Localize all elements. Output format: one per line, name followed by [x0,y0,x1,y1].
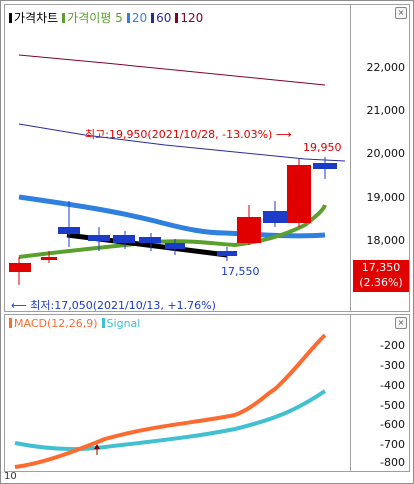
macd-tick: -800 [380,456,405,469]
candle-body [217,251,237,256]
price-axis[interactable]: 22,000 21,000 20,000 19,000 18,000 17,35… [350,5,409,311]
ma120-line [18,54,326,86]
price-plot [9,54,346,285]
candle-body [237,217,261,243]
macd-tick: -500 [380,399,405,412]
high-price-label: 19,950 [303,141,342,154]
high-annotation-text: 최고:19,950(2021/10/28, -13.03%) [85,128,273,141]
low-arrow-icon: ⟵ [11,299,27,312]
price-chart-panel[interactable]: 가격차트 가격이평 5 20 60 120 × 최고:19,950(2021/1… [4,4,410,312]
macd-panel[interactable]: MACD(12,26,9) Signal × -200 -300 -400 -5… [4,314,410,472]
macd-tick: -200 [380,339,405,352]
current-price-box: 17,350 (2.36%) [353,260,409,292]
price-tick: 21,000 [366,104,406,117]
candle-body [113,235,135,243]
candle-body [263,211,287,223]
price-tick: 19,000 [366,191,406,204]
high-arrow-icon: ⟶ [275,128,292,141]
low-annotation: ⟵ 최저:17,050(2021/10/13, +1.76%) [11,297,216,313]
low-annotation-text: 최저:17,050(2021/10/13, +1.76%) [30,299,216,312]
candle-body [9,263,31,272]
signal-line [14,389,327,452]
high-annotation: 최고:19,950(2021/10/28, -13.03%) ⟶ [85,126,292,142]
candle-body [313,163,337,169]
candle-body [58,227,80,234]
candle-body [41,257,57,260]
macd-axis[interactable]: -200 -300 -400 -500 -600 -700 -800 [350,315,409,471]
macd-plot [14,333,327,469]
price-tick: 22,000 [366,61,406,74]
current-change: (2.36%) [359,276,403,289]
macd-tick: -700 [380,438,405,451]
low-price-label: 17,550 [221,265,260,278]
price-tick: 18,000 [366,234,406,247]
macd-tick: -400 [380,379,405,392]
candle-body [88,235,110,241]
current-price: 17,350 [361,261,401,274]
candles [9,157,337,285]
macd-tick: -600 [380,418,405,431]
candle-body [139,237,161,243]
candle-body [165,243,185,249]
price-tick: 20,000 [366,147,406,160]
candle-body [287,165,311,223]
macd-tick: -300 [380,359,405,372]
x-axis-label: 10 [4,471,17,482]
